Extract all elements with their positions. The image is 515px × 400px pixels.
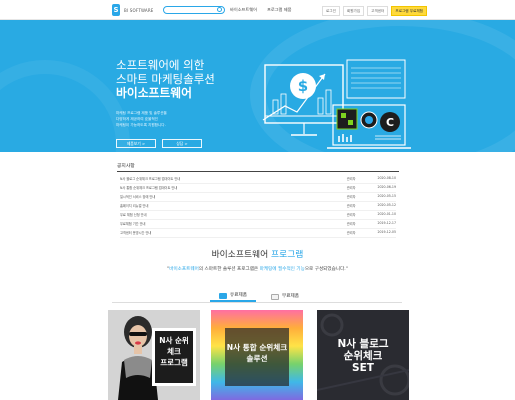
product-card[interactable]: N사 블로그 순위체크 SET [317,310,409,400]
logo-icon: S [112,4,120,16]
notice-row[interactable]: 무료체험 기간 안내 관리자 2019-12-17 [120,221,396,229]
notice-row[interactable]: 홈페이지 리뉴얼 안내 관리자 2020-05-12 [120,203,396,211]
free-product-icon [271,294,280,300]
decorative-swirl [0,60,130,152]
notice-row[interactable]: 일시적인 서비스 장애 안내 관리자 2020-05-15 [120,194,396,202]
logo[interactable]: S BI SOFTWARE [112,4,154,16]
hero-headline-line1: 소프트웨어에 의한 [116,58,205,72]
utility-buttons: 로그인 회원가입 고객센터 프로그램 무료체험 [322,6,427,16]
consult-button[interactable]: 상담 > [162,139,202,148]
hero-description: 마케팅 프로그램 제품 및 솔루션을 다양하게 제공하여 효율적인 마케팅이 가… [116,111,167,127]
hero-brand-headline: 바이소프트웨어 [116,86,192,100]
product-card[interactable]: N사 순위 체크 프로그램 [108,310,200,400]
divider [117,171,399,172]
product-card-title: N사 블로그 순위체크 SET [337,338,389,374]
tab-free-products[interactable]: 무료제품 [262,292,308,302]
nav-item-company[interactable]: 바이소프트웨어 [230,7,257,13]
free-trial-button[interactable]: 프로그램 무료체험 [391,6,427,16]
notice-row[interactable]: 무료 체험 신청 안내 관리자 2020-01-10 [120,212,396,220]
product-card[interactable]: N사 통합 순위체크 솔루션 [211,310,303,400]
product-card-title: N사 통합 순위체크 솔루션 [226,343,288,363]
hero-banner: $ C 소프트웨어에 의한 스마트 마케팅솔루션 바이소프트웨어 마케팅 프로그… [0,20,515,152]
notice-row[interactable]: N사 블로그 순위체크 프로그램 업데이트 안내 관리자 2020-08-10 [120,176,396,184]
notice-row[interactable]: 고객센터 운영시간 안내 관리자 2019-12-05 [120,230,396,238]
search-icon[interactable] [217,7,222,12]
search-input[interactable] [163,6,225,14]
login-button[interactable]: 로그인 [322,6,340,16]
divider [112,302,402,303]
notice-section-title: 공지사항 [117,164,135,169]
top-header: S BI SOFTWARE 바이소프트웨어 프로그램 제품 로그인 회원가입 고… [0,0,515,20]
logo-text: BI SOFTWARE [124,7,154,13]
signup-button[interactable]: 회원가입 [342,6,365,16]
svg-text:C: C [386,116,394,129]
marketing-illustration: $ C [262,59,411,149]
hero-headline-line2: 스마트 마케팅솔루션 [116,72,215,86]
nav-item-products[interactable]: 프로그램 제품 [267,7,291,13]
support-button[interactable]: 고객센터 [367,6,389,16]
tab-paid-products[interactable]: 유료제품 [210,292,256,302]
main-nav: 바이소프트웨어 프로그램 제품 [230,7,291,13]
product-card-title: N사 순위 체크 프로그램 [159,336,189,367]
notice-row[interactable]: N사 통합 순위체크 프로그램 업데이트 안내 관리자 2020-06-19 [120,185,396,193]
svg-text:$: $ [298,77,308,95]
paid-product-icon [219,293,228,299]
program-section-title: 바이소프트웨어 프로그램 [211,250,304,260]
program-section-subtitle: "바이소프트웨어의 스마트한 솔루션 프로그램은 마케팅에 필수적인 기능으로 … [167,267,348,272]
view-products-button[interactable]: 제품보기 > [116,139,156,148]
